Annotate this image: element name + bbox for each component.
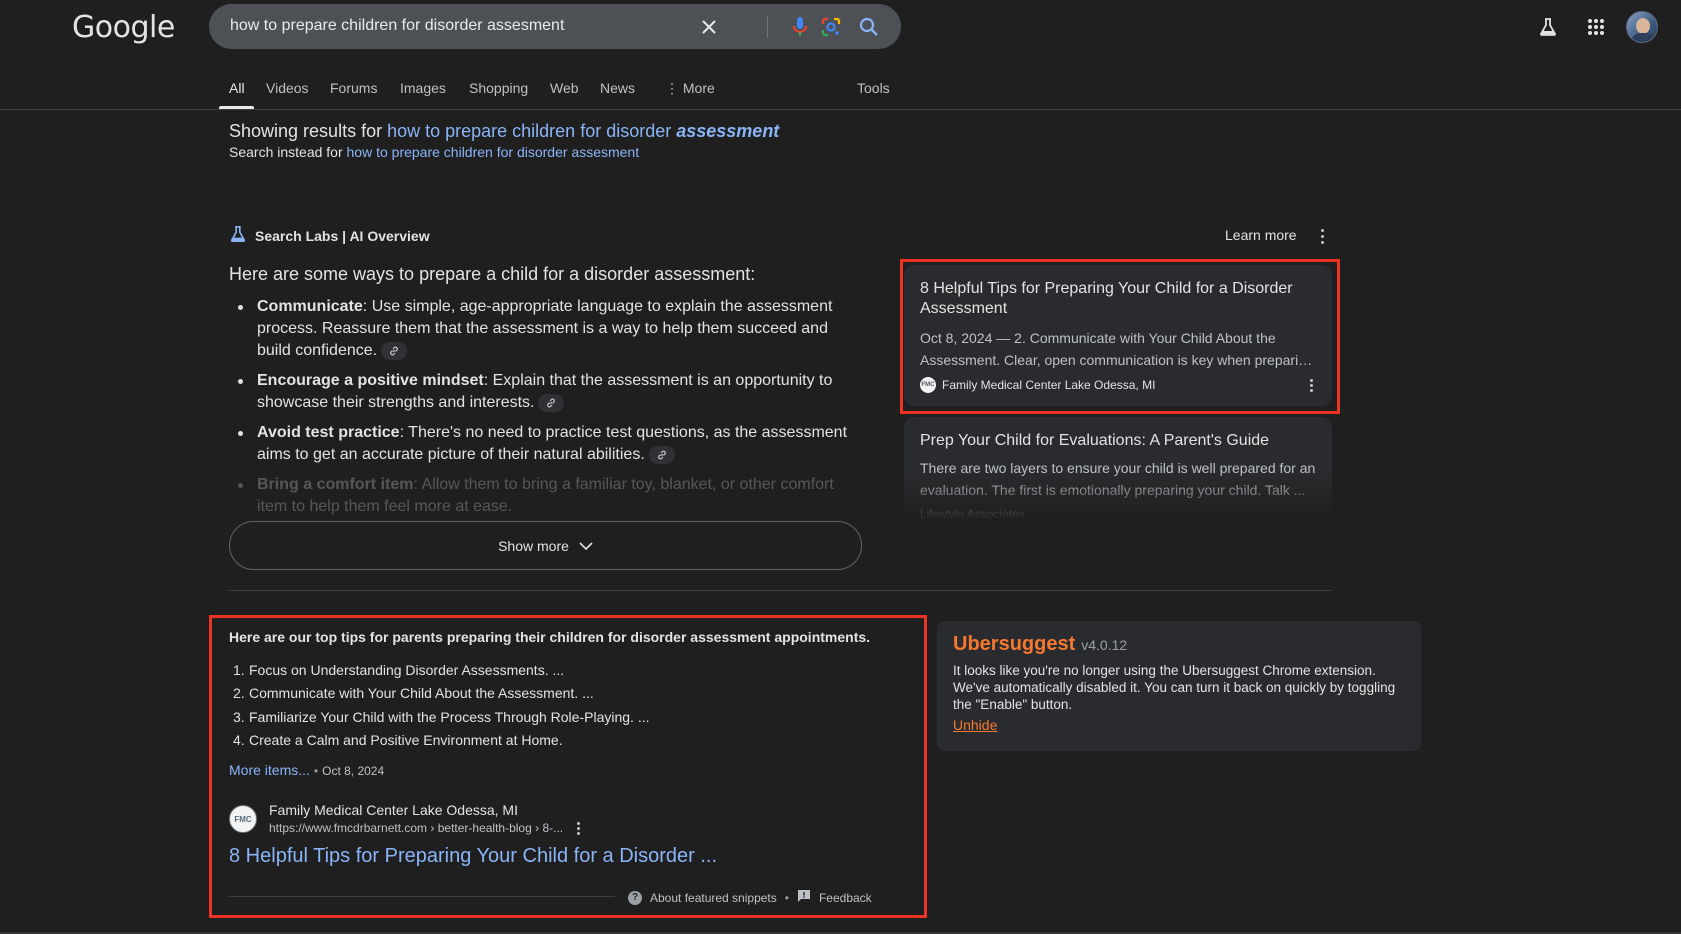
- more-items-link[interactable]: More items...: [229, 762, 310, 778]
- chevron-down-icon: [579, 538, 593, 554]
- feedback-icon: [797, 889, 811, 906]
- more-items-row: More items... • Oct 8, 2024: [229, 762, 385, 778]
- apps-grid-icon[interactable]: [1583, 14, 1609, 40]
- show-more-button[interactable]: Show more: [229, 521, 862, 570]
- ai-overview-item: Communicate: Use simple, age-appropriate…: [229, 296, 859, 362]
- tab-web[interactable]: Web: [550, 80, 579, 96]
- more-vert-icon: ⋮: [665, 80, 683, 96]
- tools-button[interactable]: Tools: [857, 80, 890, 96]
- source-site: Lifestyle Associates: [920, 507, 1316, 521]
- microphone-icon[interactable]: [788, 15, 812, 39]
- tab-more[interactable]: ⋮ More: [665, 80, 715, 97]
- item-bold: Encourage a positive mindset: [257, 372, 484, 389]
- snippet-url: https://www.fmcdrbarnett.com › better-he…: [269, 821, 564, 835]
- ai-overview-item: Encourage a positive mindset: Explain th…: [229, 370, 859, 414]
- about-label: About featured snippets: [650, 890, 777, 905]
- list-item-text: Familiarize Your Child with the Process …: [249, 708, 650, 725]
- list-item: 2. Communicate with Your Child About the …: [233, 685, 594, 702]
- snippet-divider: [229, 896, 615, 897]
- more-vert-icon[interactable]: [573, 820, 583, 836]
- search-input[interactable]: how to prepare children for disorder ass…: [230, 17, 564, 35]
- source-site-name: Lifestyle Associates: [920, 507, 1025, 521]
- list-item: 1. Focus on Understanding Disorder Assess…: [233, 662, 565, 678]
- tab-more-label: More: [682, 80, 715, 96]
- footer-separator: •: [784, 890, 789, 905]
- feedback-button[interactable]: Feedback: [797, 889, 872, 906]
- ubersuggest-message: It looks like you're no longer using the…: [953, 663, 1396, 712]
- snippet-date: Oct 8, 2024: [322, 764, 385, 778]
- help-icon: ?: [628, 890, 642, 905]
- source-snippet: There are two layers to ensure your chil…: [920, 460, 1316, 476]
- highlight-box: [900, 259, 1340, 414]
- ai-overview-title: Search Labs | AI Overview: [255, 227, 430, 244]
- corrected-query-bold: assessment: [676, 121, 780, 141]
- featured-snippet-list: 1. Focus on Understanding Disorder Assess…: [229, 659, 649, 752]
- corrected-query-link[interactable]: how to prepare children for disorder ass…: [387, 121, 779, 141]
- snippet-footer: ? About featured snippets • Feedback: [628, 889, 872, 906]
- site-favicon: FMC: [229, 805, 257, 833]
- ai-overview-item: Bring a comfort item: Allow them to brin…: [229, 474, 859, 518]
- item-bold: Communicate: [257, 298, 363, 315]
- ai-source-card[interactable]: Prep Your Child for Evaluations: A Paren…: [904, 417, 1332, 521]
- tab-images[interactable]: Images: [400, 80, 446, 96]
- ai-overview-heading: Here are some ways to prepare a child fo…: [229, 264, 756, 284]
- list-item-text: Focus on Understanding Disorder Assessme…: [249, 662, 565, 678]
- item-bold: Bring a comfort item: [257, 476, 414, 493]
- google-lens-icon[interactable]: [819, 15, 843, 39]
- tab-news[interactable]: News: [600, 80, 635, 96]
- google-logo[interactable]: Google: [72, 10, 175, 45]
- featured-snippet-heading: Here are our top tips for parents prepar…: [229, 629, 871, 645]
- snippet-source[interactable]: FMC Family Medical Center Lake Odessa, M…: [229, 802, 583, 836]
- tab-forums[interactable]: Forums: [330, 80, 377, 96]
- search-instead-for: Search instead for how to prepare childr…: [229, 144, 639, 160]
- ubersuggest-brand: Ubersuggest: [953, 633, 1076, 655]
- source-title: Prep Your Child for Evaluations: A Paren…: [920, 432, 1270, 449]
- list-item-text: Communicate with Your Child About the As…: [249, 685, 594, 702]
- account-avatar[interactable]: [1626, 11, 1658, 43]
- snippet-site-name: Family Medical Center Lake Odessa, MI: [269, 802, 518, 818]
- search-icon[interactable]: [857, 15, 881, 39]
- tab-shopping[interactable]: Shopping: [469, 80, 528, 96]
- ubersuggest-panel: Ubersuggest v4.0.12 It looks like you're …: [937, 621, 1421, 751]
- snippet-url-row: https://www.fmcdrbarnett.com › better-he…: [269, 820, 583, 836]
- ai-overview-item: Avoid test practice: There's no need to …: [229, 422, 859, 466]
- about-featured-snippets-button[interactable]: ? About featured snippets: [628, 890, 777, 905]
- feedback-label: Feedback: [818, 890, 872, 905]
- ai-overview-list: Communicate: Use simple, age-appropriate…: [229, 296, 859, 526]
- showing-prefix: Showing results for: [229, 121, 388, 141]
- item-bold: Avoid test practice: [257, 424, 400, 441]
- labs-flask-icon: [229, 225, 247, 246]
- search-divider: [767, 16, 768, 38]
- show-more-label: Show more: [498, 537, 569, 554]
- tab-videos[interactable]: Videos: [266, 80, 309, 96]
- tab-all[interactable]: All: [229, 80, 245, 96]
- instead-prefix: Search instead for: [229, 144, 347, 160]
- citation-link-icon[interactable]: [538, 393, 565, 412]
- list-item-text: Create a Calm and Positive Environment a…: [249, 731, 563, 748]
- citation-link-icon[interactable]: [381, 341, 408, 360]
- search-box[interactable]: how to prepare children for disorder ass…: [209, 4, 901, 49]
- labs-flask-icon[interactable]: [1535, 14, 1561, 40]
- tabs-divider: [0, 109, 1681, 110]
- snippet-title-link[interactable]: 8 Helpful Tips for Preparing Your Child …: [229, 845, 717, 868]
- ai-overview-menu-icon[interactable]: [1316, 226, 1328, 246]
- source-snippet: evaluation. The first is emotionally pre…: [920, 482, 1306, 498]
- showing-results-for: Showing results for how to prepare child…: [229, 121, 779, 142]
- original-query-link[interactable]: how to prepare children for disorder ass…: [347, 144, 640, 160]
- unhide-link[interactable]: Unhide: [953, 717, 997, 733]
- list-item: 3. Familiarize Your Child with the Proces…: [233, 708, 650, 725]
- corrected-query-plain: how to prepare children for disorder: [387, 121, 677, 141]
- ubersuggest-version: v4.0.12: [1081, 637, 1128, 653]
- clear-icon[interactable]: [697, 15, 721, 39]
- learn-more-link[interactable]: Learn more: [1225, 227, 1297, 243]
- ai-overview-label: Search Labs | AI Overview: [229, 225, 430, 246]
- citation-link-icon[interactable]: [648, 445, 675, 464]
- ai-overview-divider: [229, 590, 1332, 591]
- list-item: 4. Create a Calm and Positive Environment…: [233, 731, 563, 748]
